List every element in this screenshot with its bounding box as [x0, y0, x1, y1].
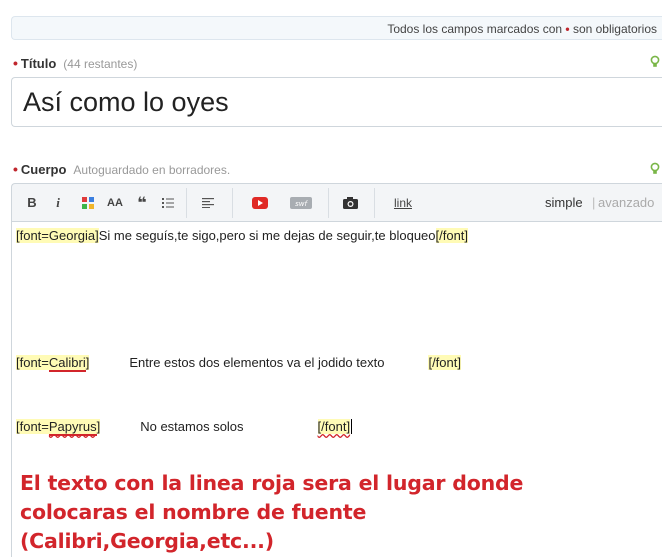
bbcode-open-tag: [font=Calibri]	[16, 355, 90, 372]
list-icon	[162, 197, 174, 208]
italic-button[interactable]: i	[51, 184, 65, 221]
body-label: • Cuerpo Autoguardado en borradores.	[13, 161, 230, 177]
body-editor[interactable]: [font=Georgia]Si me seguís,te sigo,pero …	[11, 222, 662, 557]
toolbar-separator	[186, 188, 187, 218]
swf-icon: swf	[290, 196, 312, 209]
font-name: Papyrus	[48, 419, 97, 436]
notice-text-before: Todos los campos marcados con	[387, 22, 566, 36]
mode-separator: |	[592, 195, 596, 210]
align-left-icon	[202, 197, 214, 208]
tag-prefix: [font=	[16, 419, 49, 434]
mode-advanced[interactable]: avanzado	[598, 195, 654, 210]
bbcode-open-tag: [font=Papyrus]	[16, 419, 101, 436]
color-button[interactable]	[78, 184, 98, 221]
title-label-text: Título	[20, 56, 57, 71]
lightbulb-icon[interactable]	[650, 55, 660, 69]
autosave-hint: Autoguardado en borradores.	[73, 163, 231, 177]
editor-line: [font=Calibri] Entre estos dos elementos …	[16, 355, 461, 372]
mode-simple[interactable]: simple	[545, 195, 583, 210]
tag-suffix: ]	[85, 355, 90, 370]
required-fields-notice: Todos los campos marcados con • son obli…	[11, 16, 662, 40]
list-button[interactable]	[158, 184, 178, 221]
body-required-mark: •	[13, 161, 18, 177]
youtube-button[interactable]	[250, 184, 270, 221]
bold-button[interactable]: B	[23, 184, 41, 221]
align-button[interactable]	[198, 184, 218, 221]
font-name: Calibri	[48, 355, 86, 372]
editor-toolbar: B i AA ❝ swf link simple | avanzado	[11, 183, 662, 222]
line-text: Si me seguís,te sigo,pero si me dejas de…	[98, 228, 436, 243]
font-size-button[interactable]: AA	[103, 184, 127, 221]
title-required-mark: •	[13, 55, 18, 71]
line-text: No estamos solos	[140, 419, 244, 434]
bbcode-close-tag: [/font]	[428, 355, 461, 370]
notice-text-after: son obligatorios	[569, 22, 657, 36]
image-button[interactable]	[340, 184, 360, 221]
title-input[interactable]: Así como lo oyes	[11, 77, 662, 127]
editor-line: [font=Georgia]Si me seguís,te sigo,pero …	[16, 228, 469, 243]
line-text: Entre estos dos elementos va el jodido t…	[129, 355, 385, 370]
bbcode-close-tag: [/font]	[317, 419, 351, 434]
toolbar-separator	[374, 188, 375, 218]
toolbar-separator	[328, 188, 329, 218]
annotation-text: El texto con la linea roja sera el lugar…	[20, 471, 524, 553]
lightbulb-icon[interactable]	[650, 162, 660, 176]
bbcode-close-tag: [/font]	[435, 228, 469, 243]
quote-button[interactable]: ❝	[132, 184, 152, 221]
body-label-text: Cuerpo	[20, 162, 67, 177]
bbcode-open-tag: [font=Georgia]	[16, 228, 99, 243]
title-char-count: (44 restantes)	[63, 57, 138, 71]
tag-prefix: [font=	[16, 355, 49, 370]
color-grid-icon	[82, 196, 94, 209]
toolbar-separator	[232, 188, 233, 218]
tag-suffix: ]	[96, 419, 101, 434]
svg-text:swf: swf	[295, 200, 308, 208]
editor-line: [font=Papyrus] No estamos solos [/font]	[16, 419, 353, 436]
link-button[interactable]: link	[392, 184, 414, 221]
youtube-icon	[252, 196, 268, 209]
camera-icon	[342, 196, 358, 209]
title-label: • Título (44 restantes)	[13, 55, 137, 71]
flash-button[interactable]: swf	[290, 184, 312, 221]
text-caret	[351, 419, 353, 434]
